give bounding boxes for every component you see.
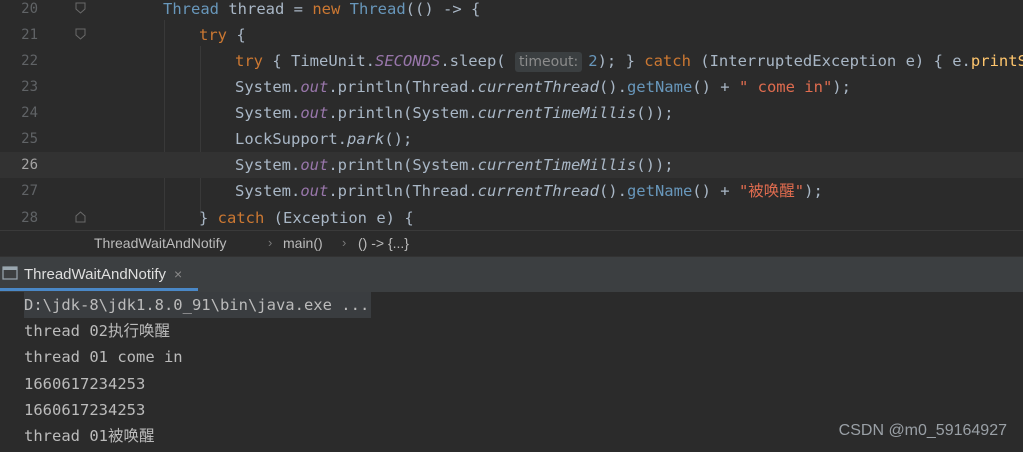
chevron-right-icon: › [268, 235, 273, 250]
console-line: 1660617234253 [24, 375, 146, 393]
line-number: 23 [21, 79, 38, 95]
line-number: 28 [21, 210, 38, 226]
breadcrumb-item-method[interactable]: main() [283, 234, 323, 252]
code-text: LockSupport.park(); [235, 130, 413, 148]
console-line: thread 01被唤醒 [24, 427, 155, 445]
breadcrumb-item-lambda[interactable]: () -> {...} [358, 234, 409, 252]
line-number: 25 [21, 131, 38, 147]
fold-icon[interactable] [75, 28, 86, 40]
chevron-right-icon: › [342, 235, 347, 250]
code-line-25[interactable]: 25 LockSupport.park(); [0, 126, 1023, 152]
run-tab-label: ThreadWaitAndNotify [24, 266, 167, 283]
code-line-26-current[interactable]: 26 System.out.println(System.currentTime… [0, 152, 1023, 178]
run-tool-window-header: ThreadWaitAndNotify × [0, 256, 1023, 293]
console-command-line[interactable]: D:\jdk-8\jdk1.8.0_91\bin\java.exe ... [24, 292, 372, 318]
code-text: System.out.println(System.currentTimeMil… [235, 104, 674, 122]
fold-icon[interactable] [75, 211, 86, 223]
code-text: try { TimeUnit.SECONDS.sleep( timeout: 2)… [235, 52, 1023, 72]
code-text: Thread thread = new Thread(() -> { [163, 0, 481, 18]
code-text: System.out.println(Thread.currentThread(… [235, 78, 851, 96]
code-line-24[interactable]: 24 System.out.println(System.currentTime… [0, 100, 1023, 126]
fold-icon[interactable] [75, 2, 86, 14]
code-text: } catch (Exception e) { [199, 209, 414, 227]
console-line: thread 01 come in [24, 348, 183, 366]
code-line-20[interactable]: 20 Thread thread = new Thread(() -> { [0, 0, 1023, 22]
line-number: 20 [21, 1, 38, 17]
console-icon [2, 266, 18, 280]
line-number: 26 [21, 157, 38, 173]
code-editor[interactable]: 20 Thread thread = new Thread(() -> { 21… [0, 0, 1023, 230]
code-text: System.out.println(System.currentTimeMil… [235, 156, 674, 174]
code-line-22[interactable]: 22 try { TimeUnit.SECONDS.sleep( timeout… [0, 48, 1023, 74]
parameter-hint: timeout: [514, 52, 583, 72]
code-line-21[interactable]: 21 try { [0, 22, 1023, 48]
line-number: 27 [21, 183, 38, 199]
code-line-23[interactable]: 23 System.out.println(Thread.currentThre… [0, 74, 1023, 100]
close-icon[interactable]: × [174, 257, 182, 291]
breadcrumb: ThreadWaitAndNotify › main() › () -> {..… [0, 230, 1023, 255]
code-text: try { [199, 26, 246, 44]
line-number: 22 [21, 53, 38, 69]
console-line: thread 02执行唤醒 [24, 322, 170, 340]
tab-run-config[interactable]: ThreadWaitAndNotify × [0, 257, 199, 291]
code-line-28[interactable]: 28 } catch (Exception e) { [0, 205, 1023, 230]
console-line: 1660617234253 [24, 401, 146, 419]
line-number: 21 [21, 27, 38, 43]
watermark: CSDN @m0_59164927 [838, 422, 1007, 439]
line-number: 24 [21, 105, 38, 121]
code-line-27[interactable]: 27 System.out.println(Thread.currentThre… [0, 178, 1023, 204]
code-text: System.out.println(Thread.currentThread(… [235, 182, 823, 200]
breadcrumb-item-class[interactable]: ThreadWaitAndNotify [94, 234, 227, 252]
